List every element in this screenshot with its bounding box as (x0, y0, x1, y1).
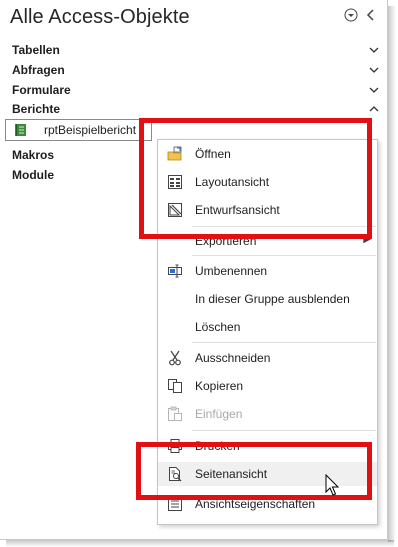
group-label: Makros (12, 148, 55, 162)
report-item-label: rptBeispielbericht (44, 123, 137, 137)
group-header-abfragen[interactable]: Abfragen (12, 61, 382, 79)
menu-item-label: Löschen (195, 320, 241, 334)
group-label: Formulare (12, 83, 71, 97)
copy-icon (168, 379, 182, 393)
scissors-icon (169, 350, 181, 366)
group-header-tabellen[interactable]: Tabellen (12, 41, 382, 59)
menu-separator (192, 430, 376, 431)
paste-icon (168, 406, 182, 421)
pane-title: Alle Access-Objekte (10, 6, 190, 28)
chevron-down-icon (369, 47, 379, 53)
group-label: Abfragen (12, 63, 65, 77)
menu-item-delete[interactable]: Löschen (158, 315, 377, 339)
menu-item-hide-in-group[interactable]: In dieser Gruppe ausblenden (158, 287, 377, 311)
chevron-down-icon (369, 67, 379, 73)
group-label: Module (12, 168, 54, 182)
menu-item-label: In dieser Gruppe ausblenden (195, 292, 350, 306)
report-icon (15, 124, 26, 136)
group-header-makros[interactable]: Makros (12, 146, 152, 164)
group-label: Tabellen (12, 43, 60, 57)
chevron-down-icon (369, 87, 379, 93)
menu-item-copy[interactable]: Kopieren (158, 374, 377, 398)
report-item-rptbeispielbericht[interactable]: rptBeispielbericht (5, 119, 152, 141)
menu-item-label: Umbenennen (195, 264, 268, 278)
mouse-pointer-icon (325, 474, 340, 496)
group-header-module[interactable]: Module (12, 166, 152, 184)
menu-item-label: Kopieren (195, 379, 244, 393)
group-label: Berichte (12, 102, 61, 116)
window-shadow (6, 540, 394, 547)
menu-item-paste[interactable]: Einfügen (158, 402, 377, 426)
menu-item-label: Einfügen (195, 407, 243, 421)
menu-separator (192, 255, 376, 256)
window-shadow (388, 6, 396, 542)
group-header-berichte[interactable]: Berichte (12, 100, 382, 118)
group-header-formulare[interactable]: Formulare (12, 81, 382, 99)
menu-item-cut[interactable]: Ausschneiden (158, 346, 377, 370)
red-highlight-box-views (139, 118, 372, 239)
rename-icon (168, 264, 182, 278)
chevron-up-icon (369, 106, 379, 112)
menu-item-label: Ausschneiden (195, 351, 271, 365)
menu-separator (192, 342, 376, 343)
menu-item-rename[interactable]: Umbenennen (158, 259, 377, 283)
circle-chevron-down-icon[interactable] (342, 6, 360, 24)
chevron-left-icon[interactable] (362, 6, 380, 24)
